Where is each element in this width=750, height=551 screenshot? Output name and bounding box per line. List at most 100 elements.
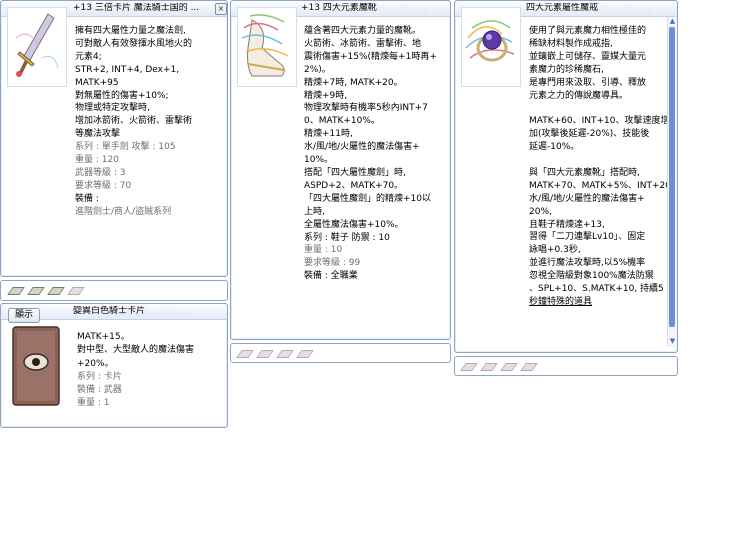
close-icon[interactable]: × bbox=[215, 3, 227, 15]
window-title: +13 四大元素魔靴 bbox=[301, 3, 377, 13]
desc-line: STR+2, INT+4, Dex+1, bbox=[75, 64, 180, 75]
desc-line: 擁有四大屬性力量之魔法劍, bbox=[75, 26, 186, 36]
card-slots-bar bbox=[454, 356, 678, 376]
desc-line: 對中型、大型敵人的魔法傷害 bbox=[77, 345, 195, 356]
item-image bbox=[237, 7, 297, 87]
desc-line: 物理攻擊時有機率5秒內INT+7 bbox=[304, 103, 428, 114]
card-icon bbox=[12, 326, 60, 406]
desc-line: 水/風/地/火屬性的魔法傷害+ bbox=[304, 142, 420, 153]
desc-line: 0、MATK+10%。 bbox=[304, 116, 380, 127]
card-slot[interactable] bbox=[296, 350, 314, 358]
desc-line: 元素4; bbox=[75, 51, 102, 62]
desc-line: 素魔力的珍稀魔石, bbox=[529, 64, 604, 75]
window-title: 變異白色騎士卡片 bbox=[73, 306, 146, 316]
scroll-down-icon[interactable]: ▼ bbox=[668, 337, 677, 345]
item-description: 使用了與元素魔力相性極佳的 稀缺材料製作成戒指, 並鑲嵌上可儲存、靈媒大量元 素… bbox=[529, 25, 680, 309]
card-slot[interactable] bbox=[500, 363, 518, 371]
weight-line: 重量 : 120 bbox=[75, 155, 119, 166]
scroll-thumb[interactable] bbox=[669, 27, 675, 327]
item-image bbox=[7, 7, 67, 87]
desc-line: 並進行魔法攻擊時,以5%機率 bbox=[529, 258, 646, 269]
desc-line: 是專門用來汲取、引導、釋放 bbox=[529, 77, 647, 88]
desc-line: +20%。 bbox=[77, 358, 114, 369]
desc-line: 、SPL+10、S.MATK+10, 持續5 bbox=[529, 284, 664, 295]
card-slot[interactable] bbox=[520, 363, 538, 371]
desc-line: 20%, bbox=[529, 206, 552, 217]
desc-line: 全屬性魔法傷害+10%。 bbox=[304, 219, 404, 230]
item-window-ring: Collections 四大元素屬性魔戒 使用了與元素魔力相性極佳的 稀缺材料製… bbox=[454, 0, 680, 353]
equip-line: 裝備 : bbox=[75, 193, 99, 204]
weight-line: 重量 : 10 bbox=[304, 245, 343, 256]
desc-line: ASPD+2、MATK+70。 bbox=[304, 180, 404, 191]
item-image bbox=[8, 324, 66, 410]
desc-line: 使用了與元素魔力相性極佳的 bbox=[529, 26, 647, 36]
type-line: 系列 : 鞋子 防禦 : 10 bbox=[304, 232, 390, 243]
item-image bbox=[461, 7, 521, 87]
weapon-level-line: 武器等級 : 3 bbox=[75, 167, 126, 178]
item-window-sword: Collections +13 三倍卡片 魔法騎士国的 ... × 擁有四大屬性… bbox=[0, 0, 228, 277]
sword-icon bbox=[15, 13, 59, 77]
card-slot[interactable] bbox=[27, 287, 45, 295]
desc-line: MATK+95 bbox=[75, 77, 119, 88]
card-slot[interactable] bbox=[276, 350, 294, 358]
card-slots-bar bbox=[230, 343, 451, 363]
desc-line: MATK+15。 bbox=[77, 332, 130, 342]
card-slot[interactable] bbox=[7, 287, 25, 295]
desc-line: 火箭術、冰箭術、雷擊術、地 bbox=[304, 38, 422, 49]
desc-line: MATK+70、MATK+5%、INT+20、 bbox=[529, 180, 680, 191]
window-title: 四大元素屬性魔戒 bbox=[526, 3, 599, 13]
item-window-boots: Collections +13 四大元素魔靴 蘊含著四大元素力量的魔靴。 火箭術… bbox=[230, 0, 451, 340]
desc-line: 2%)。 bbox=[304, 64, 331, 75]
desc-line bbox=[529, 154, 680, 167]
desc-line: 震術傷害+15%(精煉每+1時再+ bbox=[304, 51, 437, 62]
desc-line: 詠唱+0.3秒, bbox=[529, 245, 581, 256]
scroll-up-icon[interactable]: ▲ bbox=[668, 17, 677, 25]
type-line: 系列 : 卡片 bbox=[77, 371, 122, 382]
desc-line bbox=[529, 102, 680, 115]
item-window-card: Collections 變異白色騎士卡片 顯示 MATK+15。 對中型、大型敵… bbox=[0, 303, 228, 428]
equip-jobs-line: 進階劍士/商人/盜賊系列 bbox=[75, 206, 172, 217]
window-title: +13 三倍卡片 魔法騎士国的 ... bbox=[73, 3, 200, 13]
weight-line: 重量 : 1 bbox=[77, 398, 110, 409]
desc-line: 對無屬性的傷害+10%; bbox=[75, 90, 169, 101]
desc-line: 並鑲嵌上可儲存、靈媒大量元 bbox=[529, 51, 647, 62]
desc-line: 精煉+9時, bbox=[304, 90, 348, 101]
card-slot[interactable] bbox=[47, 287, 65, 295]
ring-icon bbox=[465, 20, 515, 62]
desc-line: 增加冰箭術、火箭術、雷擊術 bbox=[75, 116, 193, 127]
show-button[interactable]: 顯示 bbox=[8, 308, 40, 323]
card-slots-bar bbox=[0, 280, 228, 301]
desc-line: 且鞋子精煉達+13, bbox=[529, 219, 605, 230]
card-slot[interactable] bbox=[256, 350, 274, 358]
desc-line: 精煉+11時, bbox=[304, 129, 353, 140]
desc-line: 精煉+7時, MATK+20。 bbox=[304, 77, 403, 88]
card-slot[interactable] bbox=[460, 363, 478, 371]
item-description: 蘊含著四大元素力量的魔靴。 火箭術、冰箭術、雷擊術、地 震術傷害+15%(精煉每… bbox=[304, 25, 437, 283]
desc-line: 蘊含著四大元素力量的魔靴。 bbox=[304, 26, 422, 36]
desc-line: 水/風/地/火屬性的魔法傷害+ bbox=[529, 193, 645, 204]
desc-line: 稀缺材料製作成戒指, bbox=[529, 38, 613, 49]
required-level-line: 要求等級 : 70 bbox=[75, 180, 132, 191]
card-slot[interactable] bbox=[480, 363, 498, 371]
desc-line: 10%。 bbox=[304, 155, 334, 166]
desc-line: MATK+60、INT+10、攻擊速度增 bbox=[529, 116, 670, 127]
desc-line: 與「四大元素魔靴」搭配時, bbox=[529, 167, 640, 178]
desc-line: 可對敵人有效發揮水風地火的 bbox=[75, 38, 193, 49]
boots-icon bbox=[241, 14, 289, 77]
desc-line: 習得「二刀連擊Lv10」、固定 bbox=[529, 232, 646, 243]
desc-line: 加(攻擊後延遲-20%)、技能後 bbox=[529, 129, 650, 140]
card-slot[interactable] bbox=[236, 350, 254, 358]
item-description: MATK+15。 對中型、大型敵人的魔法傷害 +20%。 系列 : 卡片 裝備 … bbox=[77, 331, 194, 411]
desc-line: 物理或特定攻擊時, bbox=[75, 103, 150, 114]
equip-line: 裝備 : 武器 bbox=[77, 385, 122, 396]
desc-line: 搭配「四大屬性魔劍」時, bbox=[304, 167, 406, 178]
item-description: 擁有四大屬性力量之魔法劍, 可對敵人有效發揮水風地火的 元素4; STR+2, … bbox=[75, 25, 192, 219]
type-line: 系列 : 單手劍 攻擊 : 105 bbox=[75, 142, 176, 153]
card-slot[interactable] bbox=[67, 287, 85, 295]
desc-line: 上時, bbox=[304, 206, 325, 217]
desc-line: 「四大屬性魔劍」的精煉+10以 bbox=[304, 193, 431, 204]
desc-line: 忽視全階級對象100%魔法防禦 bbox=[529, 271, 654, 282]
desc-line: 等魔法攻擊 bbox=[75, 129, 121, 140]
scrollbar[interactable]: ▲ ▼ bbox=[667, 17, 677, 347]
desc-line-link[interactable]: 秒鐘特殊的道具 bbox=[529, 296, 680, 309]
